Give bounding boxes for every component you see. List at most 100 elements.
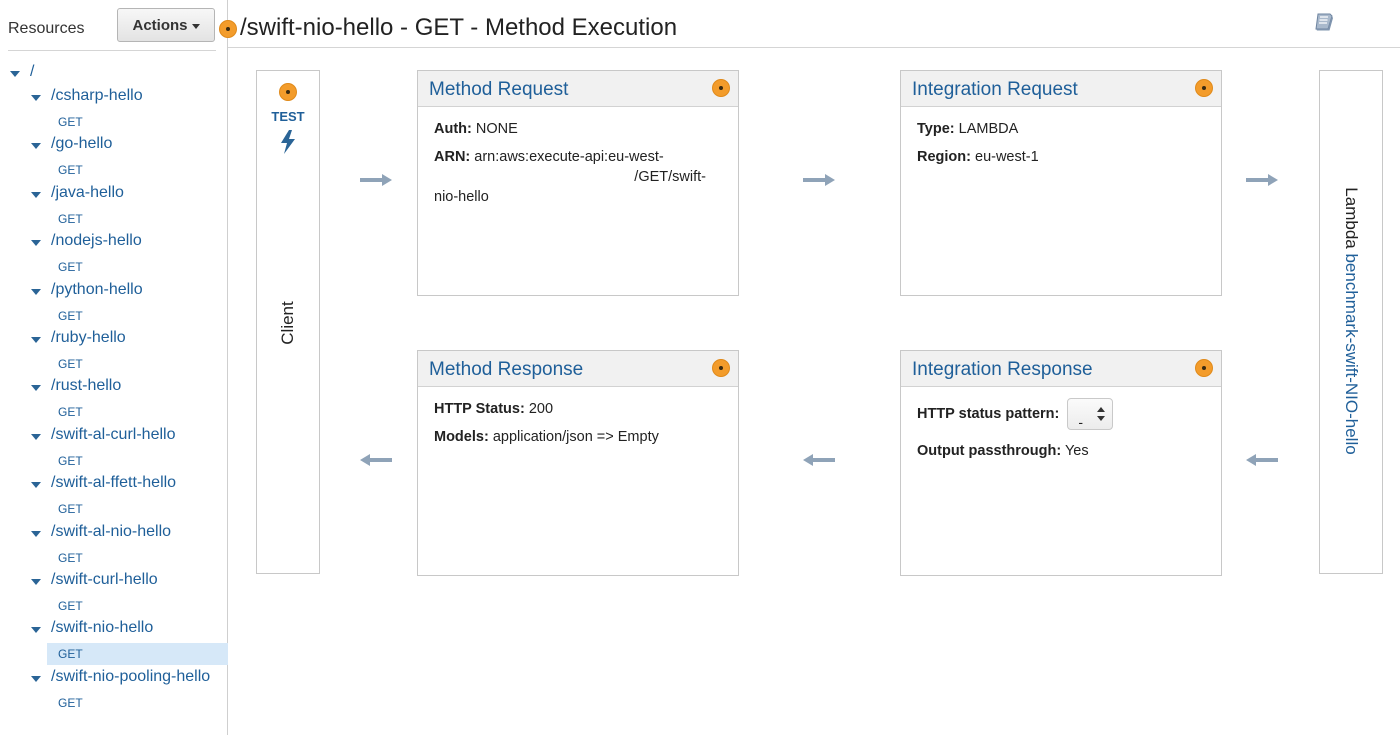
tree-resource-item: /swift-al-curl-hello GET bbox=[0, 425, 228, 473]
collapse-toggle-icon[interactable] bbox=[10, 71, 20, 77]
resource-method-link[interactable]: GET bbox=[47, 353, 228, 375]
arn-label: ARN: bbox=[434, 149, 471, 165]
arrow-left-icon bbox=[803, 454, 835, 466]
resource-path-link[interactable]: /nodejs-hello bbox=[51, 232, 142, 250]
resource-path-link[interactable]: /swift-curl-hello bbox=[51, 571, 158, 589]
auth-value: NONE bbox=[475, 121, 518, 137]
settings-dot-icon[interactable] bbox=[219, 20, 237, 38]
resource-method-link[interactable]: GET bbox=[47, 692, 228, 714]
panel-header: Method Response bbox=[418, 351, 738, 387]
passthrough-label: Output passthrough: bbox=[917, 443, 1062, 459]
http-status-value: 200 bbox=[528, 401, 554, 417]
settings-dot-icon[interactable] bbox=[1195, 359, 1213, 377]
collapse-toggle-icon[interactable] bbox=[31, 143, 41, 150]
resource-method-link[interactable]: GET bbox=[47, 401, 228, 423]
arn-value-line3: nio-hello bbox=[434, 189, 489, 205]
status-pattern-select[interactable]: - bbox=[1067, 398, 1114, 431]
resource-method-link[interactable]: GET bbox=[47, 547, 228, 569]
resource-method-link[interactable]: GET bbox=[47, 595, 228, 617]
passthrough-value: Yes bbox=[1064, 443, 1089, 459]
arn-value-line2: /GET/swift- bbox=[634, 169, 706, 185]
collapse-toggle-icon[interactable] bbox=[31, 385, 41, 392]
lambda-function-link[interactable]: benchmark-swift-NIO-hello bbox=[1342, 253, 1361, 454]
collapse-toggle-icon[interactable] bbox=[31, 240, 41, 247]
settings-dot-icon[interactable] bbox=[712, 359, 730, 377]
tree-root-path[interactable]: / bbox=[30, 63, 34, 81]
method-request-link[interactable]: Method Request bbox=[429, 79, 568, 101]
resource-method-link[interactable]: GET bbox=[47, 111, 228, 133]
collapse-toggle-icon[interactable] bbox=[31, 336, 41, 343]
resource-method-link[interactable]: GET bbox=[47, 256, 228, 278]
resource-method-link[interactable]: GET bbox=[47, 643, 228, 666]
http-status-label: HTTP Status: bbox=[434, 401, 525, 417]
tree-resource-item: /swift-nio-hello GET bbox=[0, 618, 228, 666]
status-pattern-value: - bbox=[1078, 414, 1084, 431]
resource-path-link[interactable]: /csharp-hello bbox=[51, 87, 143, 105]
test-link[interactable]: TEST bbox=[257, 109, 319, 124]
resource-method-link[interactable]: GET bbox=[47, 305, 228, 327]
integration-request-link[interactable]: Integration Request bbox=[912, 79, 1078, 101]
region-label: Region: bbox=[917, 149, 971, 165]
resource-path-link[interactable]: /swift-al-ffett-hello bbox=[51, 474, 176, 492]
collapse-toggle-icon[interactable] bbox=[31, 288, 41, 295]
collapse-toggle-icon[interactable] bbox=[31, 433, 41, 440]
resource-path-link[interactable]: /python-hello bbox=[51, 281, 143, 299]
panel-body: HTTP Status: 200 Models: application/jso… bbox=[434, 399, 724, 455]
resource-path-link[interactable]: /java-hello bbox=[51, 184, 124, 202]
book-icon[interactable] bbox=[1313, 10, 1337, 34]
panel-header: Method Request bbox=[418, 71, 738, 107]
resource-method-link[interactable]: GET bbox=[47, 159, 228, 181]
settings-dot-icon[interactable] bbox=[279, 83, 297, 101]
resource-path-link[interactable]: /swift-nio-hello bbox=[51, 619, 153, 637]
resource-path-link[interactable]: /rust-hello bbox=[51, 377, 121, 395]
resource-path-link[interactable]: /swift-al-nio-hello bbox=[51, 523, 171, 541]
settings-dot-icon[interactable] bbox=[1195, 79, 1213, 97]
collapse-toggle-icon[interactable] bbox=[31, 627, 41, 634]
sidebar-header: Resources Actions bbox=[0, 0, 228, 50]
type-row: Type: LAMBDA bbox=[917, 119, 1207, 139]
type-label: Type: bbox=[917, 121, 955, 137]
models-value: application/json => Empty bbox=[492, 429, 659, 445]
resources-sidebar: Resources Actions / /csharp-hello GET/go-… bbox=[0, 0, 228, 735]
integration-response-link[interactable]: Integration Response bbox=[912, 359, 1093, 381]
integration-request-panel: Integration Request Type: LAMBDA Region:… bbox=[900, 70, 1222, 296]
region-row: Region: eu-west-1 bbox=[917, 147, 1207, 167]
settings-dot-icon[interactable] bbox=[712, 79, 730, 97]
collapse-toggle-icon[interactable] bbox=[31, 675, 41, 682]
resource-method-link[interactable]: GET bbox=[47, 450, 228, 472]
arrow-right-icon bbox=[360, 174, 392, 186]
lambda-label: Lambda benchmark-swift-NIO-hello bbox=[1341, 187, 1361, 454]
select-arrows-icon bbox=[1097, 407, 1106, 423]
client-label: Client bbox=[278, 301, 297, 345]
resource-method-link[interactable]: GET bbox=[47, 498, 228, 520]
lightning-bolt-icon[interactable] bbox=[278, 129, 298, 155]
resource-path-link[interactable]: /swift-al-curl-hello bbox=[51, 426, 175, 444]
collapse-toggle-icon[interactable] bbox=[31, 482, 41, 489]
tree-resource-item: /python-hello GET bbox=[0, 280, 228, 328]
arn-value-line1: arn:aws:execute-api:eu-west- bbox=[474, 149, 664, 165]
auth-row: Auth: NONE bbox=[434, 119, 724, 139]
tree-resource-item: /nodejs-hello GET bbox=[0, 231, 228, 279]
resource-path-link[interactable]: /swift-nio-pooling-hello bbox=[51, 668, 210, 686]
collapse-toggle-icon[interactable] bbox=[31, 578, 41, 585]
collapse-toggle-icon[interactable] bbox=[31, 191, 41, 198]
arn-row: ARN: arn:aws:execute-api:eu-west- /GET/s… bbox=[434, 147, 724, 207]
resource-method-link[interactable]: GET bbox=[47, 208, 228, 230]
resource-path-link[interactable]: /go-hello bbox=[51, 135, 112, 153]
tree-root: / bbox=[0, 62, 228, 86]
arrow-left-icon bbox=[360, 454, 392, 466]
panel-body: Type: LAMBDA Region: eu-west-1 bbox=[917, 119, 1207, 175]
tree-resource-item: /swift-al-ffett-hello GET bbox=[0, 473, 228, 521]
panel-body: HTTP status pattern: - Output passthroug… bbox=[917, 397, 1207, 469]
header-divider bbox=[228, 47, 1400, 48]
actions-dropdown-button[interactable]: Actions bbox=[117, 8, 215, 42]
auth-label: Auth: bbox=[434, 121, 472, 137]
arrow-right-icon bbox=[1246, 174, 1278, 186]
resource-path-link[interactable]: /ruby-hello bbox=[51, 329, 126, 347]
collapse-toggle-icon[interactable] bbox=[31, 530, 41, 537]
models-label: Models: bbox=[434, 429, 489, 445]
tree-resource-item: /ruby-hello GET bbox=[0, 328, 228, 376]
method-response-link[interactable]: Method Response bbox=[429, 359, 583, 381]
collapse-toggle-icon[interactable] bbox=[31, 95, 41, 101]
status-pattern-row: HTTP status pattern: - bbox=[917, 397, 1207, 433]
